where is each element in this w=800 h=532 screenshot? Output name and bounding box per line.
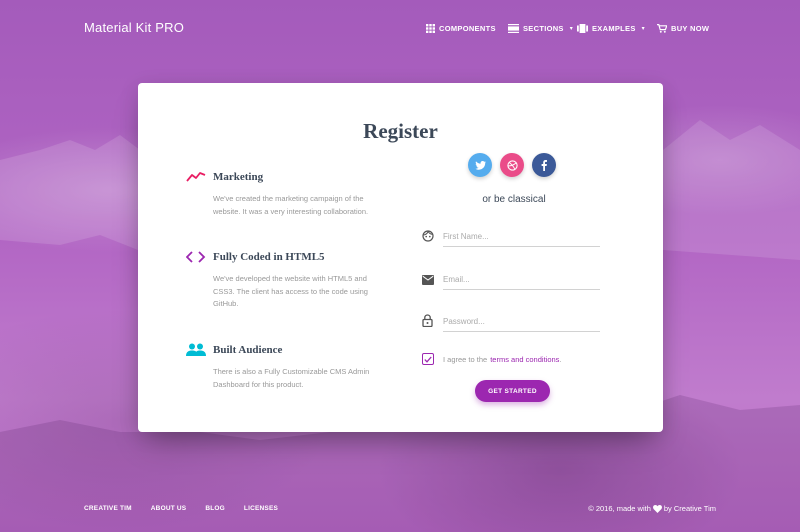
group-icon	[186, 342, 208, 358]
info-description: We've created the marketing campaign of …	[213, 194, 369, 216]
alt-signup-text: or be classical	[482, 194, 546, 205]
nav-sections[interactable]: SECTIONS ▾	[508, 22, 573, 34]
info-audience: Built Audience There is also a Fully Cus…	[186, 342, 376, 391]
dribbble-icon	[506, 159, 518, 171]
heart-icon	[652, 504, 662, 513]
view-day-icon	[508, 23, 519, 33]
register-card: Register Marketing We've created the mar…	[138, 83, 663, 432]
nav-components[interactable]: COMPONENTS	[426, 22, 496, 34]
info-description: We've developed the website with HTML5 a…	[213, 274, 368, 308]
grid-icon	[426, 23, 435, 33]
nav-examples[interactable]: EXAMPLES ▾	[577, 22, 645, 34]
terms-period: .	[559, 354, 562, 364]
terms-checkbox[interactable]	[422, 353, 434, 365]
footer-link-licenses[interactable]: LICENSES	[244, 505, 278, 512]
lock-icon	[422, 314, 433, 332]
facebook-button[interactable]	[532, 153, 556, 177]
info-html5: Fully Coded in HTML5 We've developed the…	[186, 249, 376, 311]
email-field	[422, 270, 602, 292]
nav-sections-label: SECTIONS	[523, 23, 564, 33]
chevron-down-icon: ▾	[641, 25, 645, 32]
nav-components-label: COMPONENTS	[439, 23, 496, 33]
terms-label: I agree to the	[443, 354, 488, 364]
get-started-button[interactable]: GET STARTED	[475, 380, 550, 402]
nav-examples-label: EXAMPLES	[592, 23, 636, 33]
face-icon	[422, 229, 434, 247]
timeline-icon	[186, 169, 208, 185]
social-buttons	[468, 153, 556, 177]
dribbble-button[interactable]	[500, 153, 524, 177]
nav-buy-now[interactable]: BUY NOW	[657, 22, 709, 34]
code-icon	[186, 249, 208, 265]
first-name-field	[422, 227, 602, 249]
check-icon	[424, 356, 432, 363]
password-field	[422, 312, 602, 334]
terms-agreement: I agree to the terms and conditions .	[422, 353, 562, 365]
email-icon	[422, 272, 434, 290]
footer-link-about-us[interactable]: ABOUT US	[151, 505, 187, 512]
brand-logo[interactable]: Material Kit PRO	[84, 20, 184, 35]
twitter-button[interactable]	[468, 153, 492, 177]
twitter-icon	[475, 160, 486, 170]
email-input[interactable]	[443, 270, 600, 290]
first-name-input[interactable]	[443, 227, 600, 247]
layers-icon	[577, 23, 588, 33]
chevron-down-icon: ▾	[569, 25, 574, 32]
info-description: There is also a Fully Customizable CMS A…	[213, 367, 370, 389]
footer-link-blog[interactable]: BLOG	[205, 505, 225, 512]
footer-nav: CREATIVE TIM ABOUT US BLOG LICENSES	[84, 505, 278, 512]
navbar: Material Kit PRO COMPONENTS SECTIONS ▾ E…	[0, 0, 800, 54]
info-marketing: Marketing We've created the marketing ca…	[186, 169, 376, 218]
info-title: Marketing	[213, 171, 264, 183]
shopping-cart-icon	[657, 23, 667, 33]
info-title: Fully Coded in HTML5	[213, 251, 325, 263]
password-input[interactable]	[443, 312, 600, 332]
footer-link-creative-tim[interactable]: CREATIVE TIM	[84, 505, 132, 512]
page-title: Register	[363, 119, 438, 143]
facebook-icon	[541, 159, 547, 171]
copyright: © 2016, made with by Creative Tim	[588, 504, 716, 513]
copyright-suffix: by Creative Tim	[663, 504, 716, 513]
copyright-prefix: © 2016, made with	[588, 504, 651, 513]
info-title: Built Audience	[213, 344, 283, 356]
nav-buy-now-label: BUY NOW	[671, 23, 710, 33]
terms-link[interactable]: terms and conditions	[490, 355, 559, 364]
